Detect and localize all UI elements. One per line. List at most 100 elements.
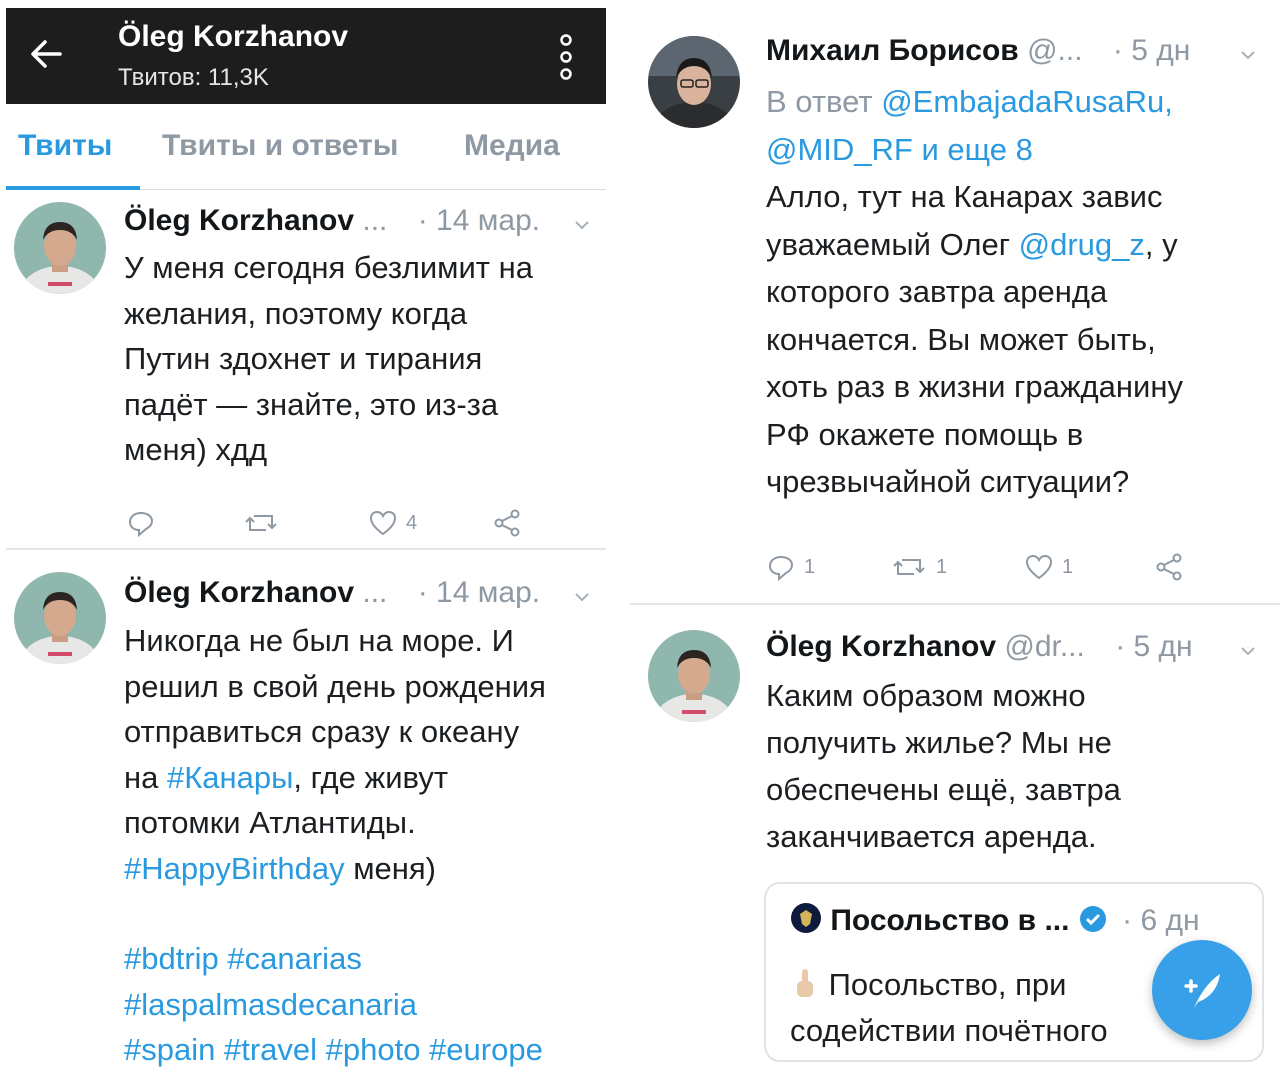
hashtag-line[interactable]: #laspalmasdecanaria [124,982,546,1028]
retweet-button[interactable] [244,508,280,538]
tweet-text: Никогда не был на море. И решил в свой д… [124,618,546,1073]
chevron-down-icon[interactable] [574,592,590,602]
tweet-header: Öleg Korzhanov ... · 14 мар. [124,576,540,610]
reply-tweet[interactable]: Михаил Борисов @... · 5 дн В ответ @Emba… [630,0,1280,600]
quoted-line: Посольство, при [790,962,1108,1008]
reply-button[interactable] [126,508,156,538]
tweet-line: Каким образом можно [766,678,1086,713]
tweet-line: на #Канары, где живут [124,755,546,801]
like-icon [1025,554,1053,580]
tweet-line: #HappyBirthday меня) [124,846,546,892]
avatar[interactable] [648,36,740,128]
author-name[interactable]: Öleg Korzhanov [766,630,996,663]
tweet-line: которого завтра аренда [766,274,1108,309]
tweet-header: Михаил Борисов @... · 5 дн [766,34,1190,68]
tweet-2[interactable]: Öleg Korzhanov ... · 14 мар. Никогда не … [6,554,606,1080]
reply-count: 1 [804,555,816,578]
retweet-icon [245,515,277,531]
pointing-hand-icon [797,969,813,997]
right-screenshot-panel: Михаил Борисов @... · 5 дн В ответ @Emba… [630,0,1280,1089]
tweet-line: Алло, тут на Канарах завис [766,179,1163,214]
tweet-line: решил в свой день рождения [124,668,546,704]
tweet-line: желания, поэтому когда [124,295,468,331]
quoted-line-text: Посольство, при [828,967,1067,1002]
profile-tabs: Твиты Твиты и ответы Медиа [6,104,606,190]
tweet-line: обеспечены ещё, завтра [766,772,1121,807]
author-name[interactable]: Öleg Korzhanov [124,576,354,609]
share-button[interactable] [1154,552,1184,582]
tweet-line: хоть раз в жизни гражданину [766,369,1183,404]
tab-media[interactable]: Медиа [464,129,560,163]
quoted-tweet-time: · 6 дн [1122,904,1200,937]
tweet-time: · 5 дн [1115,630,1193,663]
text-segment: , где живут [293,759,449,795]
tweet-line: чрезвычайной ситуации? [766,464,1130,499]
quoted-tweet-header: Посольство в ... · 6 дн [790,902,1200,938]
tab-tweets[interactable]: Твиты [18,129,112,163]
reply-more-link[interactable]: и еще 8 [913,132,1032,167]
tweet-line: заканчивается аренда. [766,819,1097,854]
author-handle: @dr... [1004,630,1085,663]
like-icon [369,510,397,536]
mention-link[interactable]: @drug_z [1019,227,1145,262]
reply-button[interactable]: 1 [766,552,815,582]
tweet-line: падёт — знайте, это из-за [124,386,499,422]
tweet-line: Путин здохнет и тирания [124,341,483,376]
chevron-down-icon[interactable] [574,220,590,230]
tweet-divider [630,603,1280,605]
reply-prefix: В ответ [766,84,882,119]
author-name[interactable]: Öleg Korzhanov [124,204,354,237]
tweet-line: уважаемый Олег @drug_z, у [766,221,1183,269]
tweet-text: Каким образом можно получить жилье? Мы н… [766,672,1121,860]
tweet-line: кончается. Вы может быть, [766,321,1156,357]
tweet-header: Öleg Korzhanov ... · 14 мар. [124,204,540,238]
mention-link[interactable]: @EmbajadaRusaRu, [881,84,1173,119]
reply-icon [128,511,154,538]
author-handle: ... [362,204,388,237]
hashtag-line[interactable]: #bdtrip #canarias [124,936,546,982]
tweet-text: У меня сегодня безлимит на желания, поэт… [124,245,533,473]
author-handle: ... [362,576,388,609]
tweet-line: потомки Атлантиды. [124,805,416,840]
profile-name: Öleg Korzhanov [118,20,349,53]
verified-icon [1079,906,1106,932]
author-name[interactable]: Михаил Борисов [766,34,1019,67]
like-button[interactable]: 1 [1024,552,1073,582]
tab-tweets-and-replies[interactable]: Твиты и ответы [162,129,398,163]
hashtag-line[interactable]: #spain #travel #photo #europe [124,1027,546,1073]
text-segment: уважаемый Олег [766,226,1019,262]
reply-context: @MID_RF и еще 8 [766,126,1183,174]
tweet-time: · 14 мар. [417,576,541,609]
avatar[interactable] [648,630,740,722]
retweet-button[interactable]: 1 [892,552,947,582]
chevron-down-icon[interactable] [1240,50,1256,60]
avatar[interactable] [14,572,106,664]
profile-topbar: Öleg Korzhanov Твитов: 11,3K [6,8,606,104]
compose-tweet-button[interactable] [1152,940,1252,1040]
like-button[interactable]: 4 [368,508,417,538]
quoted-tweet-text: Посольство, при содействии почётного [790,962,1108,1054]
tweet-time: · 5 дн [1112,34,1191,67]
hashtag-link[interactable]: #HappyBirthday [124,851,345,886]
retweet-count: 1 [936,555,948,578]
retweet-icon [893,559,925,575]
avatar[interactable] [14,202,106,294]
share-button[interactable] [492,508,522,538]
tweet-line: получить жилье? Мы не [766,725,1112,760]
quoted-line: содействии почётного [790,1013,1108,1048]
tweet-header: Öleg Korzhanov @dr... · 5 дн [766,630,1193,664]
mention-link[interactable]: @MID_RF [766,132,913,167]
tweet-line: Никогда не был на море. И [124,623,514,658]
tweet-line: У меня сегодня безлимит на [124,250,533,285]
tweet-1[interactable]: Öleg Korzhanov ... · 14 мар. У меня сего… [6,190,606,550]
tweet-divider [6,548,606,550]
kebab-menu-icon[interactable] [556,32,576,82]
reply-context: В ответ @EmbajadaRusaRu, [766,78,1183,126]
tweet-text: В ответ @EmbajadaRusaRu, @MID_RF и еще 8… [766,78,1183,506]
back-arrow-icon[interactable] [28,34,64,74]
quoted-author-name[interactable]: Посольство в ... [830,904,1069,937]
chevron-down-icon[interactable] [1240,646,1256,656]
text-segment: , у [1144,226,1178,262]
like-count: 4 [406,511,418,534]
hashtag-link[interactable]: #Канары [167,760,293,795]
